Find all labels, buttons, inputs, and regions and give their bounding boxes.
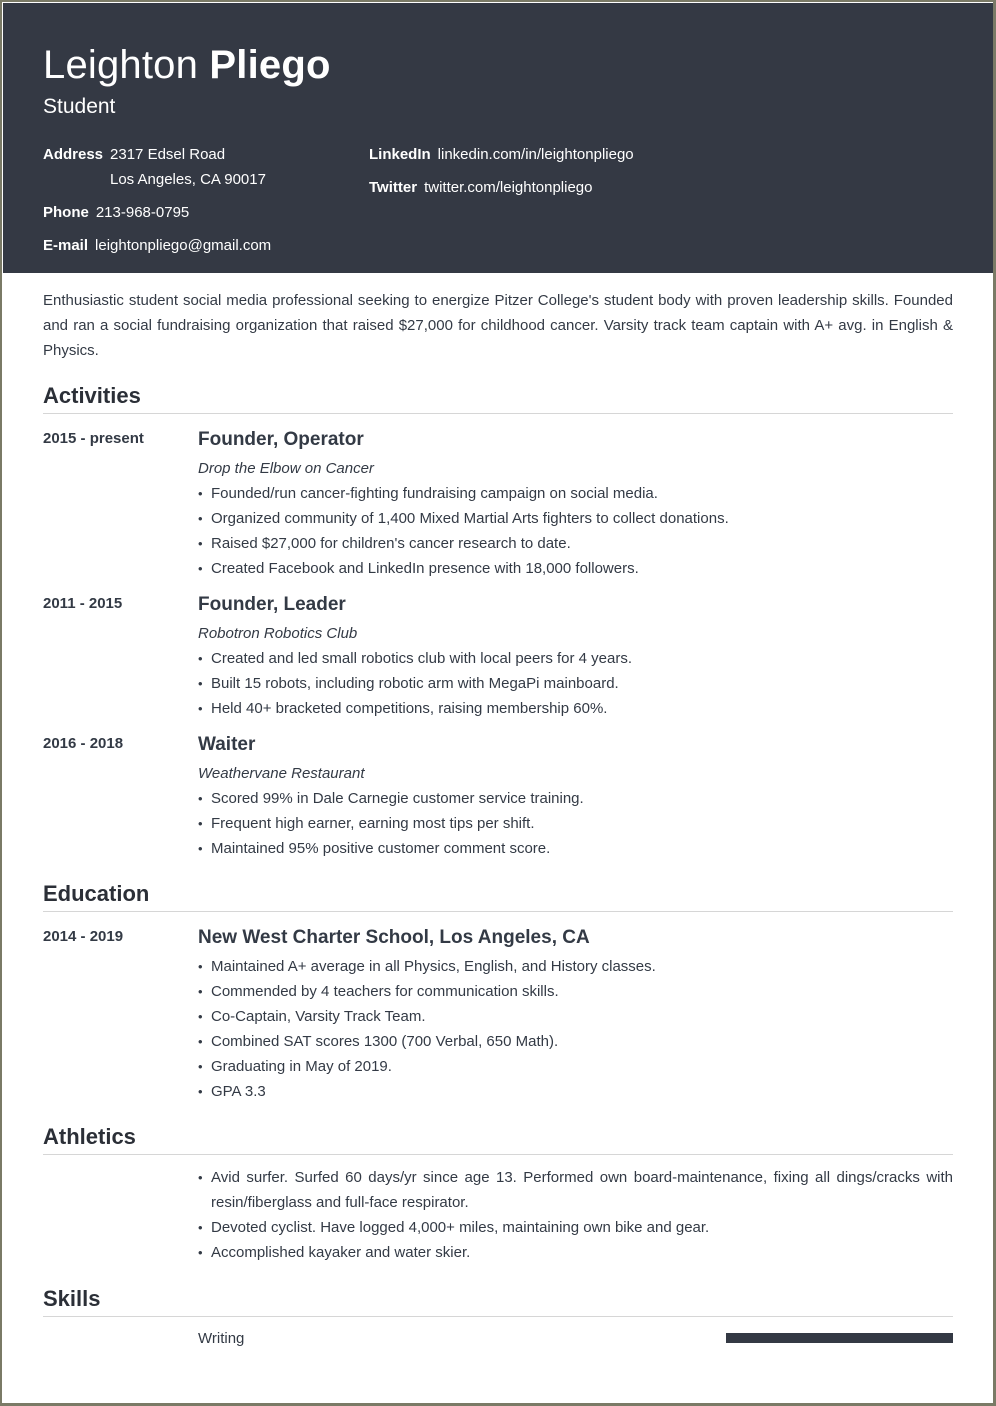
bullet-item: • Created Facebook and LinkedIn presence … — [198, 556, 953, 581]
activity-role: Founder, Operator — [198, 429, 364, 450]
bullet-item: • GPA 3.3 — [198, 1079, 953, 1104]
bullet-icon: • — [198, 791, 203, 806]
athletics-bullets: • Avid surfer. Surfed 60 days/yr since ag… — [198, 1165, 953, 1265]
bullet-icon: • — [198, 816, 203, 831]
bullet-item: • Built 15 robots, including robotic arm … — [198, 671, 953, 696]
address-line1: 2317 Edsel Road — [110, 146, 226, 163]
skills-heading: Skills — [43, 1286, 953, 1317]
bullet-icon: • — [198, 1084, 203, 1099]
bullet-item: • Held 40+ bracketed competitions, raisin… — [198, 696, 953, 721]
candidate-title: Student — [43, 95, 116, 118]
activity-date: 2011 - 2015 — [43, 595, 123, 612]
contact-email: E-mail leightonpliego@gmail.com — [43, 236, 271, 256]
bullet-icon: • — [198, 651, 203, 666]
skill-name: Writing — [198, 1330, 245, 1347]
resume-header: Leighton Pliego Student Address 2317 Edse… — [3, 3, 993, 273]
bullet-item: • Avid surfer. Surfed 60 days/yr since ag… — [198, 1165, 953, 1215]
activity-org: Drop the Elbow on Cancer — [198, 460, 374, 477]
twitter-link[interactable]: twitter.com/leightonpliego — [424, 179, 592, 196]
contact-linkedin: LinkedIn linkedin.com/in/leightonpliego — [369, 145, 634, 165]
bullet-item: • Scored 99% in Dale Carnegie customer se… — [198, 786, 953, 811]
bullet-item: • Organized community of 1,400 Mixed Mart… — [198, 506, 953, 531]
bullet-item: • Commended by 4 teachers for communicati… — [198, 979, 953, 1004]
activity-org: Robotron Robotics Club — [198, 625, 358, 642]
bullet-item: • Co-Captain, Varsity Track Team. — [198, 1004, 953, 1029]
bullet-icon: • — [198, 1170, 203, 1185]
bullet-icon: • — [198, 959, 203, 974]
bullet-icon: • — [198, 536, 203, 551]
summary-text: Enthusiastic student social media profes… — [43, 292, 953, 359]
bullet-icon: • — [198, 1059, 203, 1074]
bullet-icon: • — [198, 561, 203, 576]
bullet-icon: • — [198, 1009, 203, 1024]
bullet-item: • Devoted cyclist. Have logged 4,000+ mil… — [198, 1215, 953, 1240]
bullet-icon: • — [198, 841, 203, 856]
contact-address: Address 2317 Edsel Road Los Angeles, CA 9… — [43, 145, 266, 188]
contact-twitter: Twitter twitter.com/leightonpliego — [369, 178, 593, 198]
bullet-item: • Created and led small robotics club wit… — [198, 646, 953, 671]
bullet-icon: • — [198, 676, 203, 691]
linkedin-label: LinkedIn — [369, 146, 431, 163]
education-heading: Education — [43, 881, 953, 912]
activity-bullets: • Created and led small robotics club wit… — [198, 646, 953, 721]
activity-date: 2015 - present — [43, 430, 144, 447]
skill-item: Writing — [43, 1327, 953, 1351]
bullet-item: • Accomplished kayaker and water skier. — [198, 1240, 953, 1265]
bullet-icon: • — [198, 1245, 203, 1260]
bullet-item: • Maintained 95% positive customer commen… — [198, 836, 953, 861]
bullet-item: • Founded/run cancer-fighting fundraising… — [198, 481, 953, 506]
contact-phone: Phone 213-968-0795 — [43, 203, 189, 223]
activity-org: Weathervane Restaurant — [198, 765, 365, 782]
bullet-icon: • — [198, 984, 203, 999]
linkedin-link[interactable]: linkedin.com/in/leightonpliego — [438, 146, 634, 163]
bullet-icon: • — [198, 511, 203, 526]
education-date: 2014 - 2019 — [43, 928, 124, 945]
education-bullets: • Maintained A+ average in all Physics, E… — [198, 954, 953, 1104]
bullet-icon: • — [198, 486, 203, 501]
skill-level-fill — [726, 1333, 953, 1343]
activity-date: 2016 - 2018 — [43, 735, 124, 752]
athletics-heading: Athletics — [43, 1124, 953, 1155]
bullet-icon: • — [198, 1034, 203, 1049]
activities-heading: Activities — [43, 383, 953, 414]
address-line2: Los Angeles, CA 90017 — [110, 171, 266, 188]
skill-level-bar — [726, 1333, 953, 1343]
first-name: Leighton — [43, 43, 199, 87]
bullet-item: • Graduating in May of 2019. — [198, 1054, 953, 1079]
bullet-icon: • — [198, 1220, 203, 1235]
candidate-name: Leighton Pliego — [43, 41, 331, 89]
email-label: E-mail — [43, 237, 89, 254]
last-name: Pliego — [209, 43, 331, 87]
bullet-item: • Raised $27,000 for children's cancer re… — [198, 531, 953, 556]
bullet-item: • Frequent high earner, earning most tips… — [198, 811, 953, 836]
address-label: Address — [43, 146, 104, 163]
bullet-item: • Combined SAT scores 1300 (700 Verbal, 6… — [198, 1029, 953, 1054]
activity-bullets: • Scored 99% in Dale Carnegie customer se… — [198, 786, 953, 861]
email-link[interactable]: leightonpliego@gmail.com — [95, 237, 271, 254]
bullet-icon: • — [198, 701, 203, 716]
activity-bullets: • Founded/run cancer-fighting fundraising… — [198, 481, 953, 581]
activity-role: Founder, Leader — [198, 594, 346, 615]
summary-section: Enthusiastic student social media profes… — [43, 288, 953, 363]
activity-role: Waiter — [198, 734, 256, 755]
phone-value[interactable]: 213-968-0795 — [96, 204, 189, 221]
twitter-label: Twitter — [369, 179, 418, 196]
school-name: New West Charter School, Los Angeles, CA — [198, 927, 590, 948]
phone-label: Phone — [43, 204, 89, 221]
bullet-item: • Maintained A+ average in all Physics, E… — [198, 954, 953, 979]
